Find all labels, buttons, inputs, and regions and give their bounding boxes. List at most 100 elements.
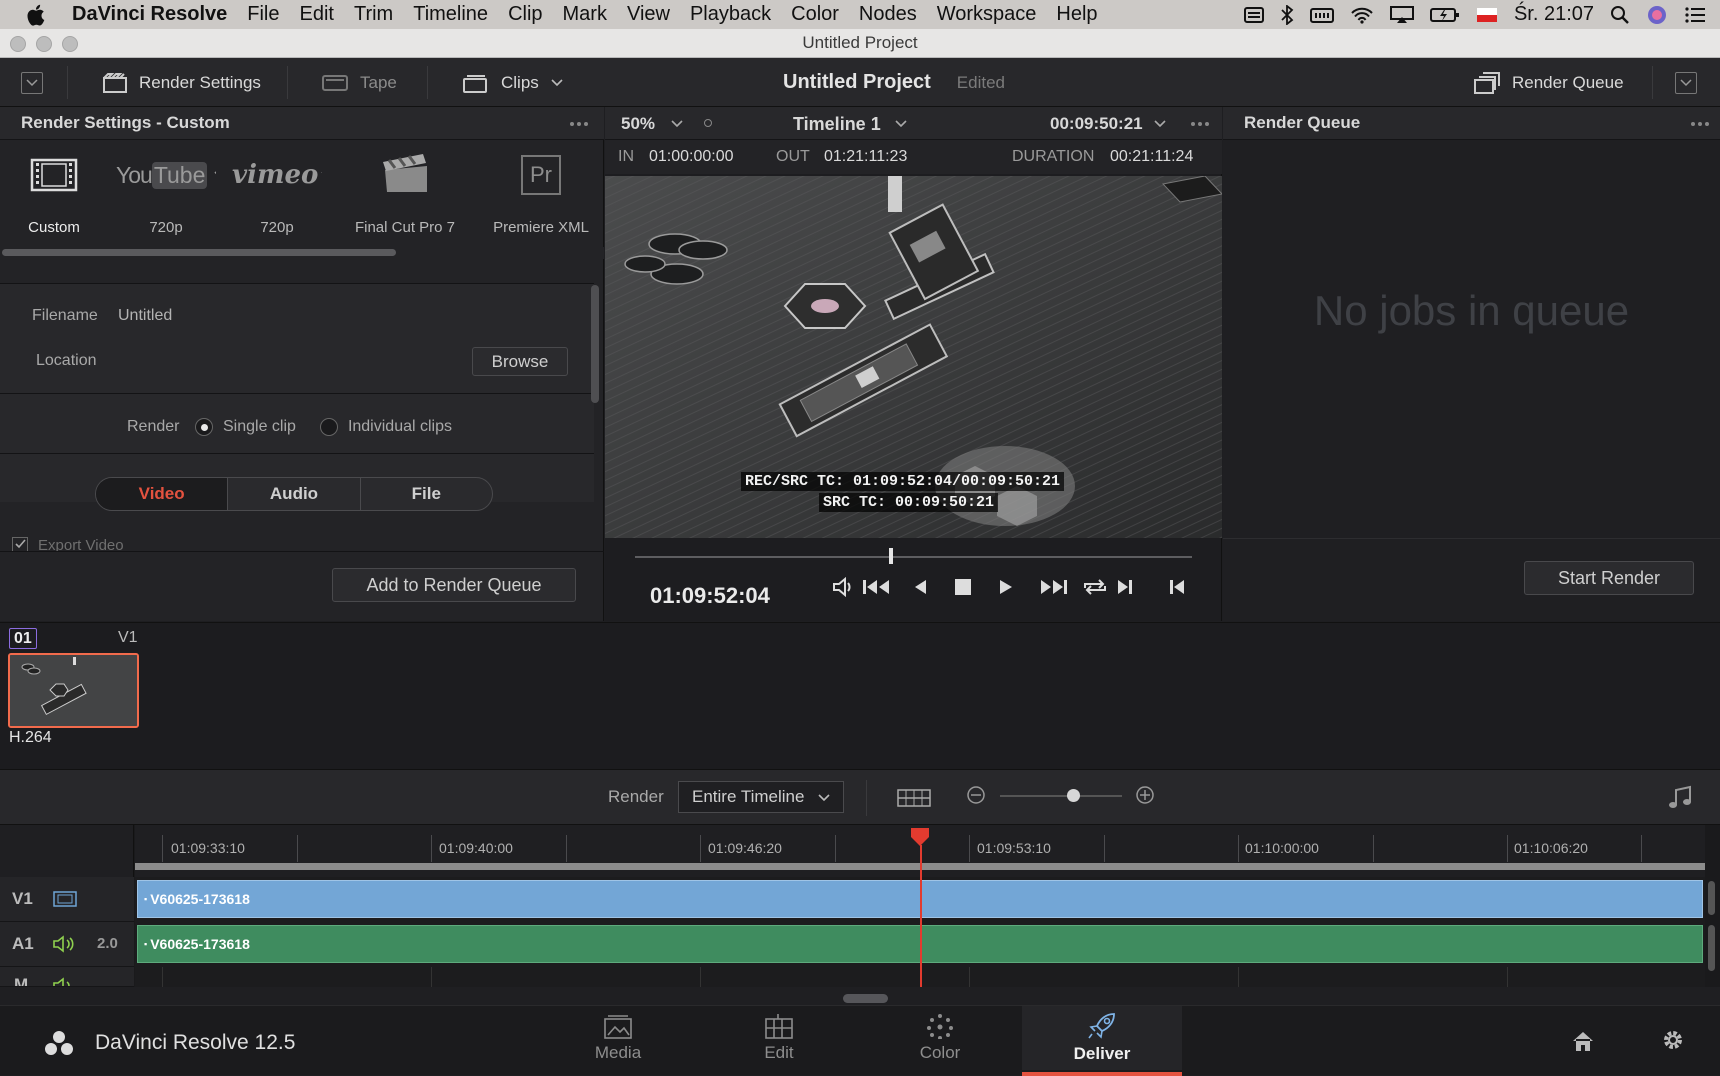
track-header-v1[interactable]: V1 — [0, 877, 134, 922]
preset-youtube[interactable]: You Tube 720p — [116, 145, 216, 236]
zoom-in-icon[interactable] — [1135, 785, 1155, 805]
menu-nodes[interactable]: Nodes — [849, 3, 927, 26]
menu-timeline[interactable]: Timeline — [403, 3, 498, 26]
window-close-button[interactable] — [10, 36, 26, 52]
jump-to-first-frame-icon[interactable] — [862, 577, 890, 597]
zoom-slider-track[interactable] — [1000, 795, 1122, 797]
render-settings-button[interactable]: Render Settings — [103, 58, 261, 107]
notification-list-icon[interactable] — [1243, 6, 1264, 24]
window-minimize-button[interactable] — [36, 36, 52, 52]
speaker-icon[interactable] — [52, 935, 78, 953]
flag-icon[interactable] — [1476, 6, 1498, 24]
settings-gear-icon[interactable] — [1661, 1028, 1685, 1052]
page-tab-media[interactable]: Media — [538, 1006, 698, 1070]
viewer-options-icon[interactable] — [1180, 107, 1220, 140]
clip-thumbnail[interactable] — [8, 653, 139, 728]
siri-icon[interactable] — [1646, 4, 1668, 26]
timeline-scrollbar-audio[interactable] — [1708, 925, 1715, 971]
loop-icon[interactable] — [1082, 577, 1108, 597]
jump-to-last-frame-icon[interactable] — [1040, 577, 1068, 597]
clips-button[interactable]: Clips — [463, 58, 563, 107]
individual-clips-radio[interactable] — [319, 418, 338, 436]
zoom-dropdown[interactable]: 50% — [621, 114, 655, 134]
preset-premiere-xml[interactable]: Pr Premiere XML — [488, 145, 594, 236]
menu-file[interactable]: File — [237, 3, 289, 26]
menu-workspace[interactable]: Workspace — [927, 3, 1047, 26]
add-to-render-queue-button[interactable]: Add to Render Queue — [332, 568, 576, 602]
timeline-horizontal-scrollbar[interactable] — [843, 994, 888, 1003]
video-track-icon[interactable] — [53, 891, 77, 907]
menu-help[interactable]: Help — [1046, 3, 1107, 26]
tape-button[interactable]: Tape — [322, 58, 397, 107]
timeline-view-options-icon[interactable] — [897, 789, 931, 807]
scrubber-track[interactable] — [635, 556, 1192, 558]
video-frame[interactable]: REC/SRC TC: 01:09:52:04/00:09:50:21 SRC … — [605, 176, 1222, 538]
stop-icon[interactable] — [954, 578, 972, 596]
render-settings-options-icon[interactable] — [559, 107, 599, 140]
single-clip-radio[interactable] — [195, 418, 213, 436]
in-timecode: 01:00:00:00 — [649, 148, 734, 165]
tab-audio[interactable]: Audio — [228, 478, 361, 510]
export-video-checkbox[interactable] — [12, 537, 28, 551]
airplay-icon[interactable] — [1389, 5, 1414, 24]
home-icon[interactable] — [1571, 1030, 1595, 1052]
render-settings-icon — [103, 72, 127, 93]
tape-icon — [322, 74, 348, 92]
notification-center-icon[interactable] — [1684, 6, 1706, 24]
project-title: Untitled Project — [783, 71, 931, 93]
battery-icon[interactable] — [1429, 6, 1460, 24]
menu-clock[interactable]: Śr. 21:07 — [1514, 3, 1594, 26]
wifi-icon[interactable] — [1350, 6, 1374, 24]
render-queue-options-icon[interactable] — [1680, 107, 1720, 140]
presets-scrollbar[interactable] — [2, 249, 396, 256]
music-note-icon[interactable] — [1668, 785, 1692, 811]
next-clip-icon[interactable] — [1116, 577, 1134, 597]
bluetooth-icon[interactable] — [1280, 4, 1294, 25]
individual-clips-label: Individual clips — [347, 418, 452, 435]
tab-video[interactable]: Video — [96, 478, 229, 510]
left-panel-toggle-button[interactable] — [21, 58, 43, 107]
page-tab-color[interactable]: Color — [860, 1006, 1020, 1070]
right-panel-toggle-button[interactable] — [1675, 58, 1697, 107]
menu-clip[interactable]: Clip — [498, 3, 552, 26]
settings-scrollbar[interactable] — [591, 285, 599, 403]
menu-app-name[interactable]: DaVinci Resolve — [72, 3, 237, 26]
zoom-out-icon[interactable] — [966, 785, 986, 805]
previous-clip-icon[interactable] — [1168, 577, 1186, 597]
preset-vimeo[interactable]: vimeo 720p — [232, 145, 322, 236]
page-tab-edit[interactable]: Edit — [699, 1006, 859, 1070]
reverse-play-icon[interactable] — [912, 577, 928, 597]
start-render-button[interactable]: Start Render — [1524, 561, 1694, 595]
volume-icon[interactable] — [832, 577, 856, 597]
track-header-m[interactable]: M — [0, 967, 134, 987]
zoom-slider-knob[interactable] — [1067, 789, 1081, 802]
timeline-name-dropdown[interactable]: Timeline 1 — [793, 114, 881, 135]
preset-final-cut-pro-7[interactable]: Final Cut Pro 7 — [350, 145, 460, 236]
browse-button[interactable]: Browse — [472, 347, 568, 376]
timeline-scrollbar-video[interactable] — [1708, 881, 1715, 915]
preset-youtube-label: 720p — [149, 219, 183, 236]
page-tab-deliver[interactable]: Deliver — [1022, 1006, 1182, 1076]
window-zoom-button[interactable] — [62, 36, 78, 52]
scrubber-playhead[interactable] — [889, 548, 894, 564]
play-icon[interactable] — [998, 577, 1014, 597]
speaker-icon[interactable] — [52, 977, 78, 986]
menu-trim[interactable]: Trim — [344, 3, 403, 26]
menu-mark[interactable]: Mark — [553, 3, 617, 26]
track-header-a1[interactable]: A1 2.0 — [0, 922, 134, 967]
tab-file[interactable]: File — [361, 478, 492, 510]
keyboard-icon[interactable] — [1309, 6, 1334, 24]
viewer-top-timecode[interactable]: 00:09:50:21 — [1050, 114, 1143, 134]
preset-custom[interactable]: Custom — [14, 145, 94, 236]
track-name: V1 — [12, 889, 33, 908]
render-range-label: Render — [608, 787, 664, 806]
apple-menu-icon[interactable] — [0, 4, 72, 26]
menu-edit[interactable]: Edit — [290, 3, 344, 26]
render-queue-toolbar-button[interactable]: Render Queue — [1474, 58, 1624, 107]
render-range-dropdown[interactable]: Entire Timeline — [678, 781, 844, 813]
menu-view[interactable]: View — [617, 3, 680, 26]
menu-color[interactable]: Color — [781, 3, 849, 26]
spotlight-search-icon[interactable] — [1610, 5, 1630, 25]
filename-field[interactable]: Untitled — [118, 307, 172, 325]
menu-playback[interactable]: Playback — [680, 3, 781, 26]
